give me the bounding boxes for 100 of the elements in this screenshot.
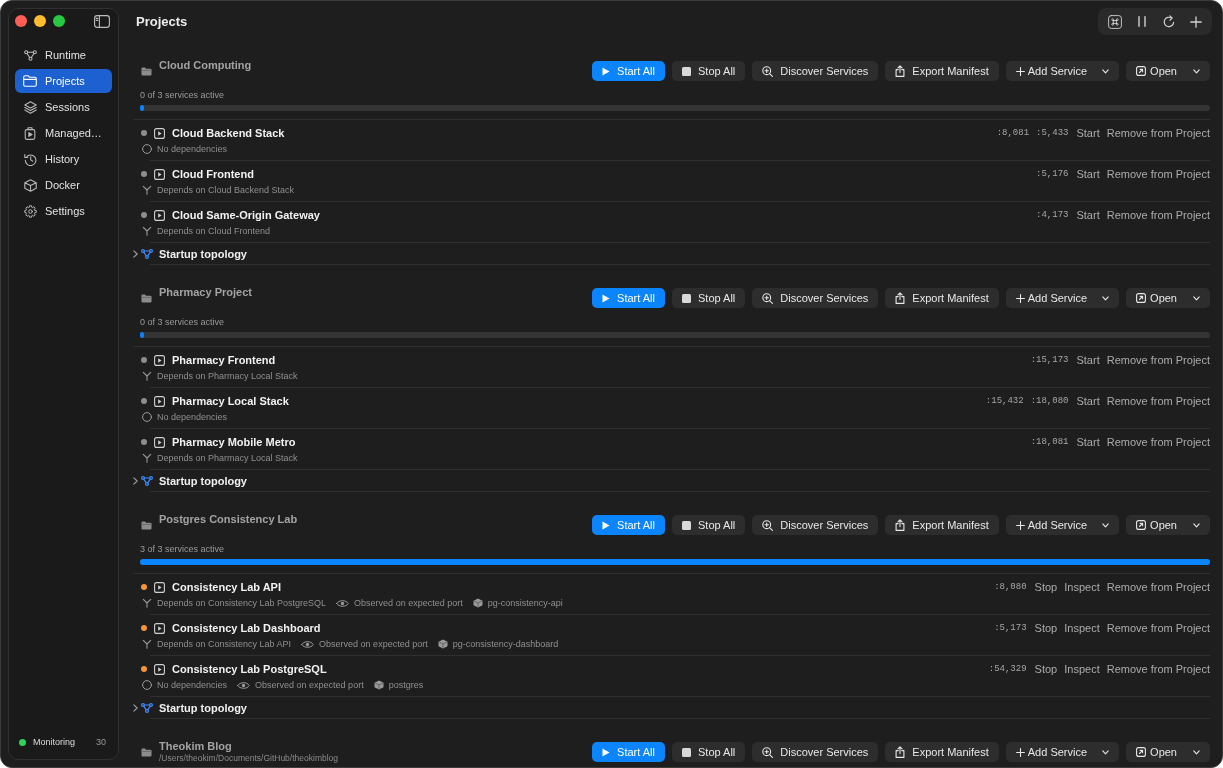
dependency-text: No dependencies xyxy=(157,680,228,690)
pause-icon[interactable] xyxy=(1137,16,1146,27)
action-link[interactable]: Stop xyxy=(1034,662,1058,676)
toolbar-button[interactable]: Stop All xyxy=(672,61,746,81)
service-name: Consistency Lab Dashboard xyxy=(172,622,321,634)
action-link[interactable]: Remove from Project xyxy=(1106,662,1210,676)
sidebar-item[interactable]: History xyxy=(15,147,112,171)
toolbar-button[interactable]: Export Manifest xyxy=(885,515,999,535)
action-link[interactable]: Remove from Project xyxy=(1106,167,1210,181)
dependency-text: Depends on Consistency Lab API xyxy=(157,639,292,649)
toolbar-button[interactable]: Add Service xyxy=(1005,515,1120,535)
external-link-icon xyxy=(1136,66,1147,76)
cube-icon xyxy=(23,178,37,192)
section-title: Startup topology xyxy=(159,474,247,487)
action-link[interactable]: Inspect xyxy=(1064,621,1100,635)
command-key-icon[interactable] xyxy=(1107,14,1122,29)
dependency-text: Depends on Cloud Backend Stack xyxy=(157,185,295,195)
minimize-button[interactable] xyxy=(34,15,46,27)
action-link[interactable]: Start xyxy=(1076,394,1100,408)
observation-text: Observed on expected port xyxy=(354,598,463,608)
refresh-icon[interactable] xyxy=(1162,15,1175,28)
play-square-icon xyxy=(154,622,165,634)
action-link[interactable]: Remove from Project xyxy=(1106,580,1210,594)
plus-icon xyxy=(1015,293,1025,303)
dependency-text: No dependencies xyxy=(157,412,228,422)
port-label: :8,080 xyxy=(994,582,1027,592)
sidebar-toggle-icon[interactable] xyxy=(94,14,110,28)
gear-icon xyxy=(23,204,37,218)
circle-icon xyxy=(142,412,152,422)
toolbar-button[interactable]: Stop All xyxy=(672,288,746,308)
toolbar-button[interactable]: Start All xyxy=(592,288,665,308)
share-icon xyxy=(895,519,906,531)
chevron-icon[interactable] xyxy=(133,476,138,485)
toolbar-button[interactable]: Export Manifest xyxy=(885,288,999,308)
sidebar-item[interactable]: Projects xyxy=(15,69,112,93)
action-link[interactable]: Remove from Project xyxy=(1106,394,1210,408)
caret-icon xyxy=(1193,295,1200,301)
sidebar-item[interactable]: Runtime xyxy=(15,43,112,67)
toolbar-button[interactable]: Add Service xyxy=(1005,288,1120,308)
caret-icon xyxy=(1102,68,1110,74)
play-square-icon xyxy=(154,168,165,180)
action-link[interactable]: Remove from Project xyxy=(1106,126,1210,140)
toolbar-button[interactable]: Open xyxy=(1126,288,1210,308)
plus-icon xyxy=(1015,747,1025,757)
action-link[interactable]: Remove from Project xyxy=(1106,208,1210,222)
action-link[interactable]: Start xyxy=(1076,435,1100,449)
section-title: Startup topology xyxy=(159,701,247,714)
toolbar-button[interactable]: Start All xyxy=(592,515,665,535)
action-link[interactable]: Start xyxy=(1076,126,1100,140)
share-icon xyxy=(895,746,906,758)
action-link[interactable]: Start xyxy=(1076,353,1100,367)
toolbar-button[interactable]: Open xyxy=(1126,515,1210,535)
toolbar-button[interactable]: Add Service xyxy=(1005,742,1120,762)
toolbar-button[interactable]: Open xyxy=(1126,742,1210,762)
action-link[interactable]: Remove from Project xyxy=(1106,621,1210,635)
chevron-icon[interactable] xyxy=(133,249,138,258)
action-link[interactable]: Inspect xyxy=(1064,580,1100,594)
sidebar-item[interactable]: Sessions xyxy=(15,95,112,119)
cube-icon xyxy=(373,680,384,690)
toolbar-button[interactable]: Add Service xyxy=(1005,61,1120,81)
circle-icon xyxy=(142,680,152,690)
toolbar-button[interactable]: Export Manifest xyxy=(885,61,999,81)
play-icon xyxy=(602,747,611,757)
toolbar-button[interactable]: Export Manifest xyxy=(885,742,999,762)
fork-icon xyxy=(142,185,152,195)
toolbar-button[interactable]: Discover Services xyxy=(752,742,879,762)
action-link[interactable]: Remove from Project xyxy=(1106,435,1210,449)
action-link[interactable]: Remove from Project xyxy=(1106,353,1210,367)
sidebar-item[interactable]: Docker xyxy=(15,173,112,197)
toolbar-button[interactable]: Discover Services xyxy=(752,288,879,308)
count-label: 30 xyxy=(96,737,106,747)
section-title: Startup topology xyxy=(159,247,247,260)
port-label: :5,433 xyxy=(1036,128,1069,138)
service-name: Consistency Lab PostgreSQL xyxy=(172,663,327,675)
sidebar-item[interactable]: Settings xyxy=(15,199,112,223)
zoom-button[interactable] xyxy=(53,15,65,27)
stop-icon xyxy=(682,520,691,530)
toolbar-button[interactable]: Discover Services xyxy=(752,515,879,535)
clipboard-play-icon xyxy=(24,126,36,140)
container-name: postgres xyxy=(388,680,424,690)
fork-icon xyxy=(142,371,152,381)
toolbar-button[interactable]: Open xyxy=(1126,61,1210,81)
sidebar-item[interactable]: Managed… xyxy=(15,121,112,145)
plus-icon[interactable] xyxy=(1189,15,1202,28)
toolbar-button[interactable]: Discover Services xyxy=(752,61,879,81)
close-button[interactable] xyxy=(15,15,27,27)
folder-icon xyxy=(141,293,152,303)
toolbar-button[interactable]: Stop All xyxy=(672,515,746,535)
action-link[interactable]: Start xyxy=(1076,208,1100,222)
action-link[interactable]: Inspect xyxy=(1064,662,1100,676)
action-link[interactable]: Stop xyxy=(1034,621,1058,635)
container-name: pg-consistency-dashboard xyxy=(452,639,559,649)
toolbar-button[interactable]: Start All xyxy=(592,61,665,81)
action-link[interactable]: Start xyxy=(1076,167,1100,181)
toolbar-button[interactable]: Stop All xyxy=(672,742,746,762)
action-link[interactable]: Stop xyxy=(1034,580,1058,594)
fork-icon xyxy=(142,226,152,236)
chevron-icon[interactable] xyxy=(133,703,138,712)
nodes-icon xyxy=(141,248,153,259)
toolbar-button[interactable]: Start All xyxy=(592,742,665,762)
